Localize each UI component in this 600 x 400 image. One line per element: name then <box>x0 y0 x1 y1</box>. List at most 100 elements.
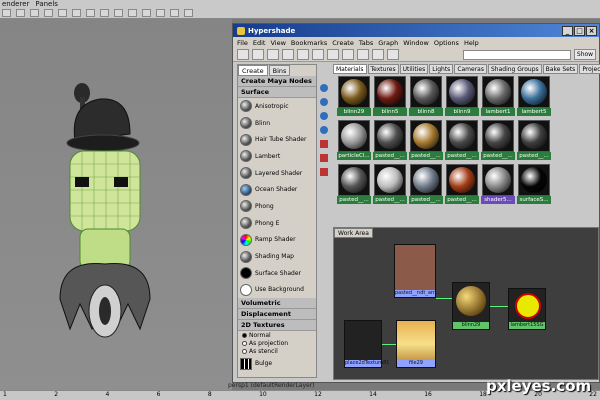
material-swatch[interactable]: pasted__... <box>373 120 407 164</box>
sphere-icon[interactable] <box>320 126 328 134</box>
tab-bins[interactable]: Bins <box>268 65 291 76</box>
minimize-button[interactable]: _ <box>562 25 573 36</box>
material-swatch[interactable]: surfaceS... <box>517 164 551 208</box>
node-item[interactable]: Ocean Shader <box>238 181 316 198</box>
create-maya-nodes-header[interactable]: Create Maya Nodes <box>238 76 316 87</box>
material-swatch[interactable]: pasted__... <box>445 164 479 208</box>
material-swatch[interactable]: pasted__... <box>373 164 407 208</box>
2d-textures-header[interactable]: 2D Textures <box>238 320 316 332</box>
tab-bake-sets[interactable]: Bake Sets <box>542 64 579 74</box>
menu-renderer[interactable]: enderer <box>2 0 29 9</box>
tab-shading-groups[interactable]: Shading Groups <box>487 64 542 74</box>
tab-work-area[interactable]: Work Area <box>334 228 373 238</box>
shelf-icon[interactable] <box>170 9 179 17</box>
hypershade-titlebar[interactable]: Hypershade _ □ × <box>233 24 599 37</box>
tab-cameras[interactable]: Cameras <box>454 64 487 74</box>
material-swatch[interactable]: lambert1 <box>481 76 515 120</box>
menu-graph[interactable]: Graph <box>378 39 398 47</box>
material-swatch[interactable]: pasted__... <box>409 120 443 164</box>
tab-projects[interactable]: Projects <box>579 64 600 74</box>
tool-icon[interactable] <box>357 49 369 60</box>
sphere-icon[interactable] <box>320 84 328 92</box>
material-swatch[interactable]: pasted__... <box>445 120 479 164</box>
material-swatch[interactable]: pasted__... <box>517 120 551 164</box>
search-input[interactable] <box>463 49 571 60</box>
node-item[interactable]: Surface Shader <box>238 265 316 282</box>
menu-edit[interactable]: Edit <box>253 39 266 47</box>
tab-textures[interactable]: Textures <box>367 64 399 74</box>
node-item[interactable]: Anisotropic <box>238 98 316 115</box>
menu-view[interactable]: View <box>270 39 285 47</box>
material-swatch[interactable]: blinn5 <box>373 76 407 120</box>
shelf-icon[interactable] <box>30 9 39 17</box>
menu-options[interactable]: Options <box>434 39 459 47</box>
node-item[interactable]: Bulge <box>238 355 316 372</box>
graph-icon[interactable] <box>320 168 328 176</box>
work-area[interactable]: Work Area pasted__ndt_arn... blinn29 lam… <box>333 227 599 380</box>
tab-lights[interactable]: Lights <box>429 64 454 74</box>
tab-materials[interactable]: Materials <box>333 64 367 74</box>
menu-window[interactable]: Window <box>403 39 429 47</box>
shelf-icon[interactable] <box>156 9 165 17</box>
menu-create[interactable]: Create <box>332 39 354 47</box>
shelf-icon[interactable] <box>16 9 25 17</box>
shading-group-node[interactable]: lambert15SG <box>508 288 546 330</box>
shelf-icon[interactable] <box>184 9 193 17</box>
maximize-button[interactable]: □ <box>574 25 585 36</box>
tab-create[interactable]: Create <box>238 65 268 76</box>
node-item[interactable]: Phong <box>238 198 316 215</box>
sphere-icon[interactable] <box>320 98 328 106</box>
tool-icon[interactable] <box>237 49 249 60</box>
menu-file[interactable]: File <box>237 39 248 47</box>
blinn-node[interactable]: blinn29 <box>452 282 490 330</box>
material-swatch[interactable]: blinn8 <box>409 76 443 120</box>
sphere-icon[interactable] <box>320 112 328 120</box>
shelf-icon[interactable] <box>114 9 123 17</box>
volumetric-header[interactable]: Volumetric <box>238 298 316 310</box>
tool-icon[interactable] <box>342 49 354 60</box>
tool-icon[interactable] <box>387 49 399 60</box>
tool-icon[interactable] <box>252 49 264 60</box>
file-node[interactable]: file29 <box>396 320 436 368</box>
menu-tabs[interactable]: Tabs <box>359 39 373 47</box>
3d-viewport[interactable] <box>0 19 232 390</box>
material-swatch[interactable]: blinn9 <box>445 76 479 120</box>
menu-bookmarks[interactable]: Bookmarks <box>291 39 327 47</box>
node-item[interactable]: Use Background <box>238 282 316 299</box>
node-item[interactable]: Lambert <box>238 148 316 165</box>
tool-icon[interactable] <box>297 49 309 60</box>
node-item[interactable]: Ramp Shader <box>238 232 316 249</box>
material-swatch[interactable]: lambert5 <box>517 76 551 120</box>
node-item[interactable]: Hair Tube Shader <box>238 131 316 148</box>
place2d-node[interactable]: place2dTexture81 <box>344 320 389 368</box>
displacement-header[interactable]: Displacement <box>238 309 316 321</box>
option-normal[interactable]: Normal <box>238 331 316 339</box>
option-projection[interactable]: As projection <box>238 339 316 347</box>
shelf-icon[interactable] <box>44 9 53 17</box>
material-swatch[interactable]: pasted__... <box>481 120 515 164</box>
node-item[interactable]: Shading Map <box>238 248 316 265</box>
tool-icon[interactable] <box>372 49 384 60</box>
shelf-icon[interactable] <box>58 9 67 17</box>
material-swatch[interactable]: blinn29 <box>337 76 371 120</box>
material-swatch[interactable]: pasted__... <box>409 164 443 208</box>
show-button[interactable]: Show <box>574 49 596 60</box>
option-stencil[interactable]: As stencil <box>238 347 316 355</box>
shelf-icon[interactable] <box>142 9 151 17</box>
material-swatch[interactable]: particleCl... <box>337 120 371 164</box>
tool-icon[interactable] <box>312 49 324 60</box>
shelf-icon[interactable] <box>72 9 81 17</box>
node-item[interactable]: Phong E <box>238 215 316 232</box>
shelf-icon[interactable] <box>100 9 109 17</box>
material-swatch[interactable]: pasted__... <box>337 164 371 208</box>
shelf-icon[interactable] <box>86 9 95 17</box>
material-swatch[interactable]: shader5... <box>481 164 515 208</box>
close-button[interactable]: × <box>586 25 597 36</box>
node-item[interactable]: Layered Shader <box>238 165 316 182</box>
shelf-icon[interactable] <box>128 9 137 17</box>
node-item[interactable]: Blinn <box>238 115 316 132</box>
texture-node[interactable]: pasted__ndt_arn... <box>394 244 441 298</box>
graph-icon[interactable] <box>320 154 328 162</box>
shelf-icon[interactable] <box>2 9 11 17</box>
surface-header[interactable]: Surface <box>238 87 316 98</box>
